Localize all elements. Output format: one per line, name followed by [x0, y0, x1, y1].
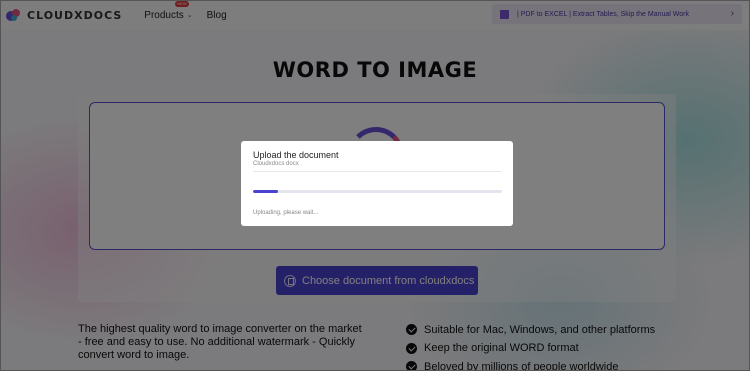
- modal-title: Upload the document: [253, 150, 339, 160]
- modal-subtitle: Cloudxdocs docx: [253, 161, 299, 167]
- upload-progress-fill: [253, 190, 278, 193]
- divider: [253, 171, 502, 172]
- upload-status-text: Uploading, please wait...: [253, 210, 319, 216]
- upload-progress-bar: [253, 190, 502, 193]
- upload-modal: Upload the document Cloudxdocs docx Uplo…: [241, 141, 513, 226]
